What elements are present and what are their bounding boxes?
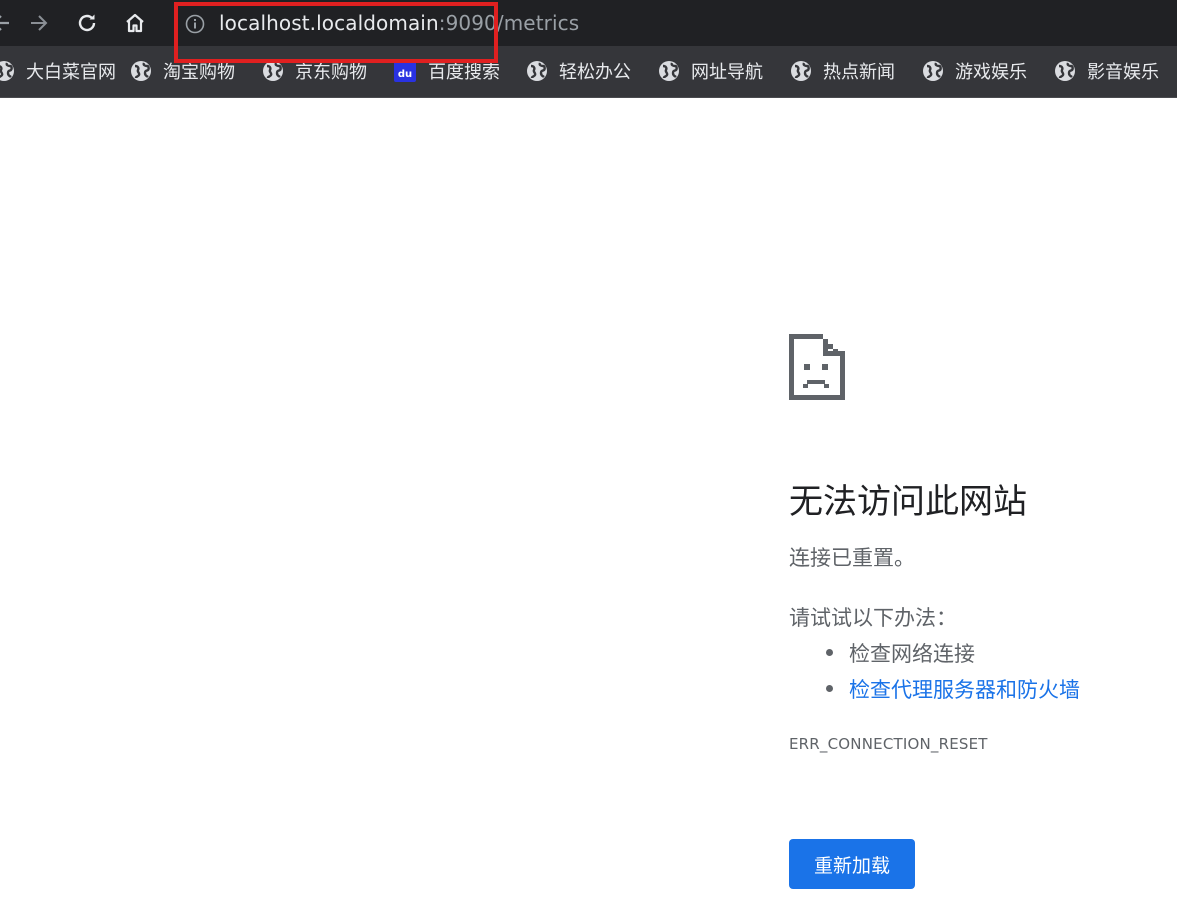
error-code: ERR_CONNECTION_RESET [789,735,988,753]
bookmark-item[interactable]: 大白菜官网 [0,58,116,84]
globe-icon [791,61,811,81]
bookmark-label: 游戏娱乐 [955,62,1027,83]
bookmark-label: 网址导航 [691,62,763,83]
error-title: 无法访问此网站 [789,482,1027,522]
reload-button[interactable] [72,8,102,38]
reload-page-button[interactable]: 重新加载 [789,839,915,889]
bookmark-item[interactable]: 轻松办公 [526,58,631,84]
bookmark-item[interactable]: 游戏娱乐 [922,58,1027,84]
home-button[interactable] [120,8,150,38]
globe-icon [659,61,679,81]
bookmark-label: 大白菜官网 [26,62,116,83]
bookmark-item[interactable]: 热点新闻 [790,58,895,84]
error-subtitle: 连接已重置。 [789,546,915,570]
bookmark-item[interactable]: 影音娱乐 [1054,58,1159,84]
suggestion-check-network: 检查网络连接 [826,638,975,668]
sad-page-icon [789,334,845,400]
bookmark-label: 轻松办公 [559,62,631,83]
globe-icon [1055,61,1075,81]
bookmark-item[interactable]: 网址导航 [658,58,763,84]
url-highlight-box [174,2,498,63]
globe-icon [0,61,14,81]
reload-icon [78,14,96,32]
back-arrow-icon [0,15,9,31]
globe-icon [263,61,283,81]
suggestion-check-proxy-link[interactable]: 检查代理服务器和防火墙 [826,674,1080,704]
forward-arrow-icon [31,15,48,31]
globe-icon [131,61,151,81]
globe-icon [923,61,943,81]
home-icon [126,13,144,33]
back-button[interactable] [0,8,16,38]
forward-button[interactable] [24,8,54,38]
try-suggestions-label: 请试试以下办法： [789,606,957,630]
globe-icon [527,61,547,81]
bookmark-label: 影音娱乐 [1087,62,1159,83]
baidu-icon: du [394,60,416,82]
bookmark-label: 热点新闻 [823,62,895,83]
